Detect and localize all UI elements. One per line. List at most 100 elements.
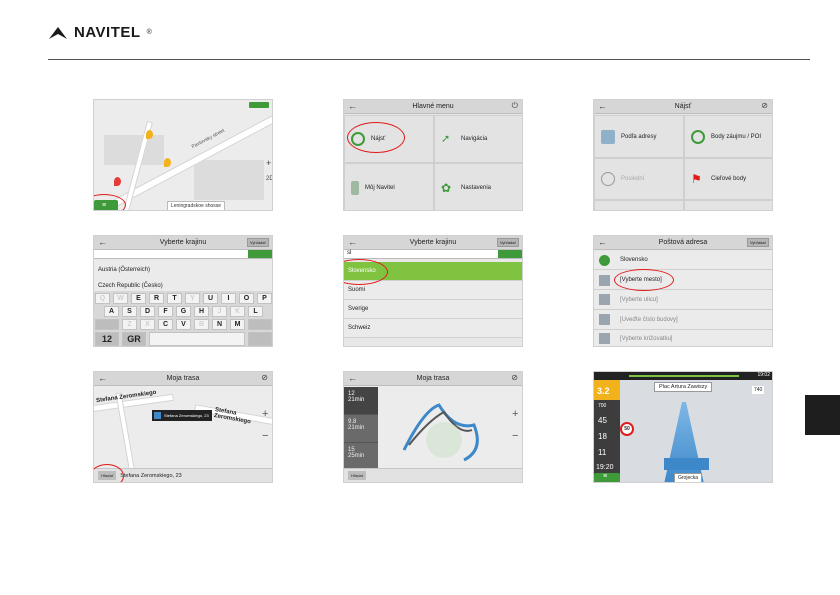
back-arrow-icon[interactable]: ← — [98, 373, 107, 383]
space-key[interactable] — [149, 332, 245, 346]
phone-icon — [351, 180, 359, 195]
address-building[interactable]: [Uveďte číslo budovy] — [594, 310, 772, 330]
key-e[interactable]: E — [131, 293, 146, 304]
building-icon — [599, 314, 610, 325]
map-mode-label[interactable]: 2D — [266, 176, 272, 182]
zoom-in-icon[interactable]: + — [512, 408, 518, 420]
menu-button[interactable]: ≡ — [594, 473, 620, 482]
keyboard-toggle-icon[interactable] — [498, 250, 522, 258]
country-row[interactable]: Sverige — [344, 300, 522, 319]
find-waypoints[interactable]: ⚑ Cieľové body — [684, 158, 772, 200]
country-row[interactable]: Austria (Österreich) — [94, 260, 272, 280]
key-l[interactable]: L — [248, 306, 263, 317]
key-p[interactable]: P — [257, 293, 272, 304]
info-panel: 3.2 700 45 18 11 19:20 — [594, 380, 620, 482]
zoom-out-icon[interactable]: − — [512, 430, 518, 442]
screenshot-map-menu: Pavlovsky street 2D + ≡ Leningradskoe sh… — [93, 99, 273, 211]
key-d[interactable]: D — [140, 306, 155, 317]
key-u[interactable]: U — [203, 293, 218, 304]
key-h[interactable]: H — [194, 306, 209, 317]
key-x[interactable]: X — [140, 319, 155, 330]
title-bar: ← Vyberte krajinu Vyhľadať — [94, 236, 272, 250]
turn-indicator: 3.2 — [594, 380, 620, 400]
speed-counter: 740 — [752, 386, 765, 394]
search-input[interactable] — [94, 250, 272, 259]
key-k[interactable]: K — [230, 306, 245, 317]
keyboard-toggle-icon[interactable] — [248, 250, 272, 258]
pin-icon — [601, 172, 615, 186]
screenshot-select-country-filtered: ← Vyberte krajinu Vyhľadať sl Slovensko … — [343, 235, 523, 347]
satellite-icon[interactable]: ⊘ — [761, 101, 768, 110]
screen-title: Moja trasa — [166, 375, 200, 382]
brand-reg: ® — [146, 29, 152, 36]
hamburger-icon: ≡ — [603, 473, 608, 480]
tile-label: Cieľové body — [711, 176, 747, 182]
back-arrow-icon[interactable]: ← — [348, 237, 357, 247]
back-arrow-icon[interactable]: ← — [598, 237, 607, 247]
key-g[interactable]: G — [176, 306, 191, 317]
key-j[interactable]: J — [212, 306, 227, 317]
key-q[interactable]: Q — [95, 293, 110, 304]
route-map — [402, 403, 479, 462]
key-n[interactable]: N — [212, 319, 227, 330]
satellite-icon[interactable]: ⊘ — [511, 373, 518, 382]
search-button[interactable]: Vyhľadať — [246, 238, 269, 247]
back-arrow-icon[interactable]: ← — [598, 101, 607, 111]
key-o[interactable]: O — [239, 293, 254, 304]
key-c[interactable]: C — [158, 319, 173, 330]
address-street[interactable]: [Vyberte ulicu] — [594, 290, 772, 310]
country-row[interactable]: Czech Republic (Česko) — [94, 280, 272, 291]
key-y[interactable]: Y — [185, 293, 200, 304]
country-row[interactable]: Schweiz — [344, 319, 522, 338]
search-button[interactable]: Vyhľadať — [496, 238, 519, 247]
back-arrow-icon[interactable]: ← — [348, 101, 357, 111]
key-i[interactable]: I — [221, 293, 236, 304]
key-m[interactable]: M — [230, 319, 245, 330]
numbers-key[interactable]: 12 — [95, 332, 119, 346]
shift-key[interactable] — [95, 319, 119, 330]
menu-tile-navigation[interactable]: ➚ Navigácia — [434, 115, 522, 163]
search-pill[interactable]: Hľadať — [348, 471, 367, 480]
enter-key[interactable] — [248, 332, 272, 346]
location-popup[interactable]: Stefana Zeromskiego, 23 — [152, 410, 212, 421]
page-header: NAVITEL ® — [48, 20, 810, 60]
menu-tile-my-navitel[interactable]: Môj Navitel — [344, 163, 434, 210]
bottom-address: Stefana Zeromskiego, 23 — [120, 472, 182, 479]
find-by-address[interactable]: Podľa adresy — [594, 115, 684, 158]
key-z[interactable]: Z — [122, 319, 137, 330]
tile-label: Nastavenia — [461, 184, 492, 191]
zoom-in-icon[interactable]: + — [266, 158, 271, 168]
key-f[interactable]: F — [158, 306, 173, 317]
find-poi[interactable]: Body záujmu / POI — [684, 115, 772, 158]
key-b[interactable]: B — [194, 319, 209, 330]
route-option[interactable]: 15 25min — [344, 443, 378, 471]
navitel-logo-icon — [49, 26, 67, 39]
back-arrow-icon[interactable]: ← — [348, 373, 357, 383]
zoom-in-icon[interactable]: + — [262, 408, 268, 420]
route-option[interactable]: 9.8 21min — [344, 415, 378, 442]
route-progress — [629, 375, 739, 377]
key-t[interactable]: T — [167, 293, 182, 304]
tile-label: Body záujmu / POI — [711, 133, 762, 140]
route-option[interactable]: 12 21min — [344, 387, 378, 414]
backspace-key[interactable] — [248, 319, 272, 330]
find-recent[interactable]: Poslední — [594, 158, 684, 200]
search-button[interactable]: Vyhľadať — [746, 238, 769, 247]
language-key[interactable]: GR — [122, 332, 146, 346]
power-icon[interactable]: ⏻ — [512, 101, 518, 111]
key-s[interactable]: S — [122, 306, 137, 317]
menu-tile-settings[interactable]: ✿ Nastavenia — [434, 163, 522, 210]
satellite-icon[interactable]: ⊘ — [261, 373, 268, 382]
key-v[interactable]: V — [176, 319, 191, 330]
turn-distance: 3.2 — [597, 386, 610, 396]
key-r[interactable]: R — [149, 293, 164, 304]
search-input[interactable]: sl — [344, 250, 522, 259]
key-w[interactable]: W — [113, 293, 128, 304]
back-arrow-icon[interactable]: ← — [98, 237, 107, 247]
address-crossing[interactable]: [Vyberte križovatku] — [594, 330, 772, 346]
next-turn-distance: 700 — [598, 403, 607, 409]
address-country[interactable]: Slovensko — [594, 251, 772, 270]
key-a[interactable]: A — [104, 306, 119, 317]
zoom-out-icon[interactable]: − — [262, 430, 268, 442]
location-caption: Leningradskoe shosse — [167, 201, 226, 210]
